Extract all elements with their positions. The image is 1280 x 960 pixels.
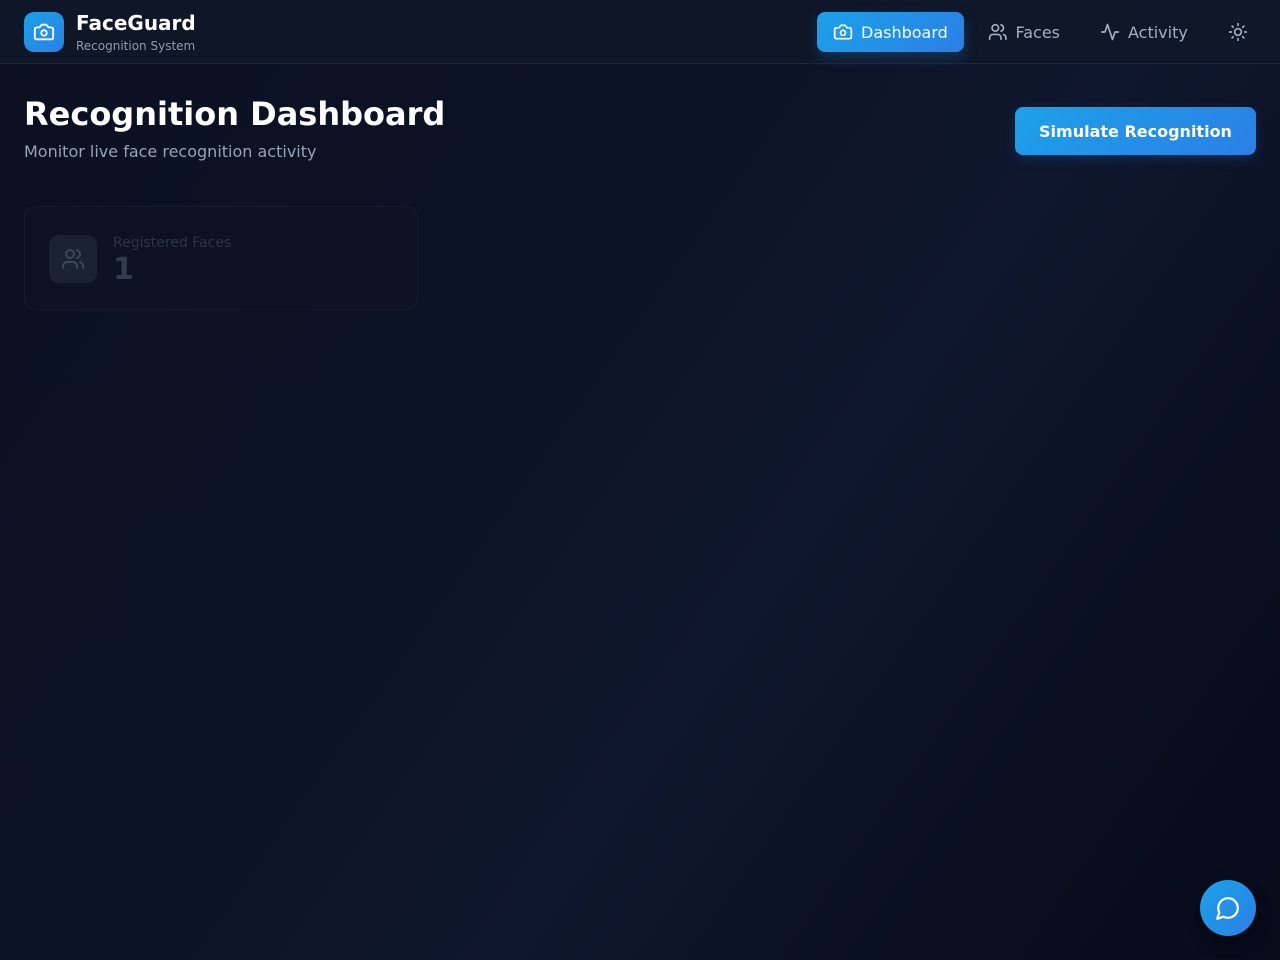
stat-icon-container	[49, 235, 97, 283]
nav-dashboard[interactable]: Dashboard	[817, 12, 964, 52]
page-subtitle: Monitor live face recognition activity	[24, 142, 317, 161]
app-logo[interactable]	[24, 12, 64, 52]
nav-activity-label: Activity	[1128, 22, 1188, 42]
theme-toggle-button[interactable]	[1218, 12, 1258, 52]
simulate-recognition-button[interactable]: Simulate Recognition	[1015, 107, 1256, 155]
nav-faces[interactable]: Faces	[972, 12, 1076, 52]
app-name: FaceGuard	[76, 11, 196, 35]
users-icon	[62, 249, 84, 269]
stat-label: Registered Faces	[113, 235, 232, 251]
nav-faces-label: Faces	[1015, 22, 1060, 42]
chat-bubble-icon	[1216, 897, 1239, 920]
app-subtitle: Recognition System	[76, 39, 196, 53]
nav-dashboard-label: Dashboard	[861, 22, 948, 42]
stat-card-registered-faces: Registered Faces 1	[24, 206, 418, 310]
camera-icon	[833, 24, 853, 40]
chat-button[interactable]	[1200, 880, 1256, 936]
activity-icon	[1100, 23, 1120, 41]
sun-icon	[1228, 22, 1248, 42]
camera-icon	[33, 23, 55, 41]
nav-activity[interactable]: Activity	[1084, 12, 1204, 52]
stat-value: 1	[113, 252, 134, 287]
page-title: Recognition Dashboard	[24, 95, 446, 133]
users-icon	[988, 23, 1007, 41]
top-navigation-bar: FaceGuard Recognition System Dashboard F…	[0, 0, 1280, 64]
